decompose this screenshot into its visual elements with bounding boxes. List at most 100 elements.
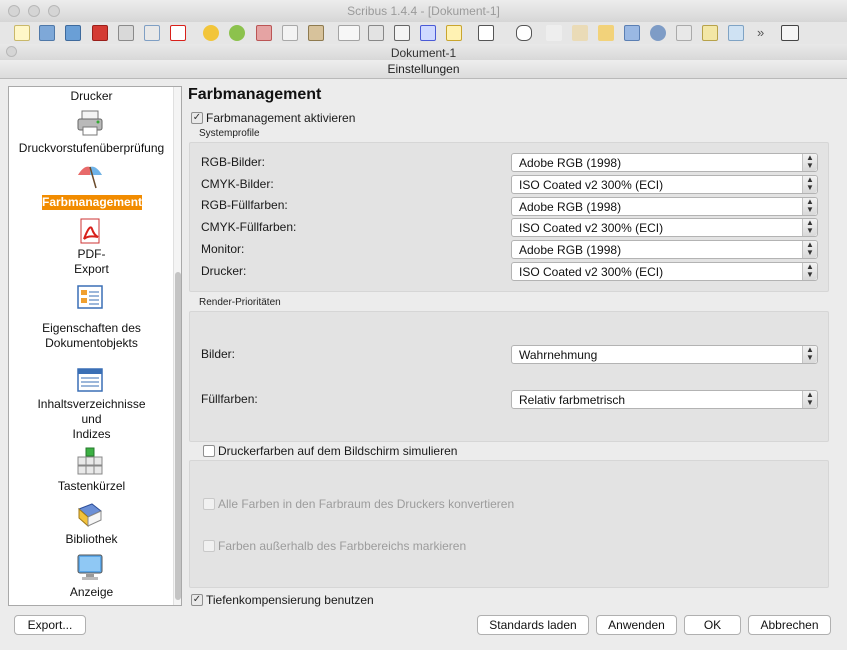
- edit-text-icon[interactable]: [676, 25, 692, 41]
- apply-button[interactable]: Anwenden: [596, 615, 677, 635]
- profile-label-rgb-images: RGB-Bilder:: [201, 155, 266, 169]
- sidebar-item-eigenschaften-label-2[interactable]: Dokumentobjekts: [9, 336, 174, 351]
- text-frame-icon[interactable]: [394, 25, 410, 41]
- sidebar-item-tastenkuerzel[interactable]: Tastenkürzel: [9, 479, 174, 494]
- black-point-compensation-checkbox[interactable]: ✓: [191, 594, 203, 606]
- printer-icon[interactable]: [76, 109, 104, 137]
- link-frames-icon[interactable]: [728, 25, 744, 41]
- profile-value-rgb-images: Adobe RGB (1998): [519, 156, 622, 170]
- document-title-bar: Dokument-1: [0, 44, 847, 61]
- print-icon[interactable]: [118, 25, 134, 41]
- rotate-icon[interactable]: [624, 25, 640, 41]
- convert-all-colors-checkbox[interactable]: [203, 498, 215, 510]
- story-editor-icon[interactable]: [702, 25, 718, 41]
- stepper-arrows-icon: ▲ ▼: [802, 154, 817, 171]
- paste-icon[interactable]: [308, 25, 324, 41]
- line-tool-icon[interactable]: [546, 25, 562, 41]
- save-icon[interactable]: [65, 25, 81, 41]
- freehand-icon[interactable]: [598, 25, 614, 41]
- sidebar-item-inhalt-label-2[interactable]: und: [9, 412, 174, 427]
- copy-icon[interactable]: [282, 25, 298, 41]
- render-frame-icon[interactable]: [420, 25, 436, 41]
- render-value-images: Wahrnehmung: [519, 348, 598, 362]
- render-priorities-title: Render-Prioritäten: [199, 297, 281, 308]
- render-label-images: Bilder:: [201, 347, 236, 361]
- pdf-icon[interactable]: [76, 217, 104, 245]
- toc-icon[interactable]: [76, 366, 104, 394]
- convert-all-colors-label[interactable]: Alle Farben in den Farbraum des Druckers…: [218, 497, 514, 511]
- simulate-printer-colors-checkbox[interactable]: [203, 445, 215, 457]
- render-select-fills[interactable]: Relativ farbmetrisch ▲ ▼: [511, 390, 818, 409]
- dialog-title-bar: Einstellungen: [0, 60, 847, 79]
- image-frame-icon[interactable]: [368, 25, 384, 41]
- simulate-printer-colors-label[interactable]: Druckerfarben auf dem Bildschirm simulie…: [218, 444, 457, 458]
- activate-color-management-checkbox[interactable]: ✓: [191, 112, 203, 124]
- book-icon[interactable]: [76, 501, 104, 529]
- sidebar-item-anzeige[interactable]: Anzeige: [9, 585, 174, 600]
- close-doc-icon[interactable]: [92, 25, 108, 41]
- app-title-bar: Scribus 1.4.4 - [Dokument-1]: [0, 0, 847, 23]
- undo-icon[interactable]: [203, 25, 219, 41]
- profile-value-monitor: Adobe RGB (1998): [519, 243, 622, 257]
- load-defaults-button[interactable]: Standards laden: [477, 615, 589, 635]
- ok-button[interactable]: OK: [684, 615, 741, 635]
- sidebar-item-drucker[interactable]: Drucker: [9, 89, 174, 104]
- export-button[interactable]: Export...: [14, 615, 86, 635]
- cancel-button[interactable]: Abbrechen: [748, 615, 831, 635]
- monitor-icon[interactable]: [76, 553, 104, 581]
- render-select-images[interactable]: Wahrnehmung ▲ ▼: [511, 345, 818, 364]
- sidebar-item-inhalt-label-3[interactable]: Indizes: [9, 427, 174, 442]
- new-document-icon[interactable]: [14, 25, 30, 41]
- sidebar-item-pdf-label-1[interactable]: PDF-: [9, 247, 174, 262]
- profile-select-rgb-images[interactable]: Adobe RGB (1998) ▲ ▼: [511, 153, 818, 172]
- profile-label-rgb-fills: RGB-Füllfarben:: [201, 198, 288, 212]
- app-title: Scribus 1.4.4 - [Dokument-1]: [347, 4, 500, 18]
- sidebar-item-pdf-label-2[interactable]: Export: [9, 262, 174, 277]
- shape-icon[interactable]: [478, 25, 494, 41]
- table-icon[interactable]: [446, 25, 462, 41]
- profile-label-printer: Drucker:: [201, 264, 247, 278]
- profile-select-cmyk-fills[interactable]: ISO Coated v2 300% (ECI) ▲ ▼: [511, 218, 818, 237]
- document-items-icon[interactable]: [76, 284, 104, 312]
- keyboard-icon[interactable]: [76, 447, 104, 475]
- sidebar-item-eigenschaften-label-1[interactable]: Eigenschaften des: [9, 321, 174, 336]
- bezier-icon[interactable]: [572, 25, 588, 41]
- mark-out-of-gamut-checkbox[interactable]: [203, 540, 215, 552]
- profile-select-monitor[interactable]: Adobe RGB (1998) ▲ ▼: [511, 240, 818, 259]
- profile-select-cmyk-images[interactable]: ISO Coated v2 300% (ECI) ▲ ▼: [511, 175, 818, 194]
- cut-icon[interactable]: [256, 25, 272, 41]
- sidebar-item-druckvorstufe[interactable]: Druckvorstufenüberprüfung: [9, 141, 174, 156]
- select-tool-icon[interactable]: [338, 25, 360, 41]
- open-folder-icon[interactable]: [39, 25, 55, 41]
- profile-label-cmyk-fills: CMYK-Füllfarben:: [201, 220, 297, 234]
- profile-value-rgb-fills: Adobe RGB (1998): [519, 200, 622, 214]
- dialog-title: Einstellungen: [387, 62, 460, 76]
- mark-out-of-gamut-label[interactable]: Farben außerhalb des Farbbereichs markie…: [218, 539, 466, 553]
- stepper-arrows-icon: ▲ ▼: [802, 241, 817, 258]
- stepper-arrows-icon: ▲ ▼: [802, 346, 817, 363]
- sidebar-item-inhalt-label-1[interactable]: Inhaltsverzeichnisse: [9, 397, 174, 412]
- sidebar-scroll-thumb[interactable]: [175, 272, 181, 600]
- profile-select-rgb-fills[interactable]: Adobe RGB (1998) ▲ ▼: [511, 197, 818, 216]
- render-label-fills: Füllfarben:: [201, 392, 258, 406]
- sidebar-item-bibliothek[interactable]: Bibliothek: [9, 532, 174, 547]
- polygon-icon[interactable]: [516, 25, 532, 41]
- stepper-arrows-icon: ▲ ▼: [802, 263, 817, 280]
- preflight-toolbar-icon[interactable]: [144, 25, 160, 41]
- toolbar-overflow-icon[interactable]: »: [757, 25, 764, 40]
- pdf-export-toolbar-icon[interactable]: [170, 25, 186, 41]
- color-umbrella-icon[interactable]: [76, 161, 104, 189]
- preferences-sidebar[interactable]: Drucker Druckvorstufenüberprüfung Farbma…: [8, 86, 182, 606]
- profile-select-printer[interactable]: ISO Coated v2 300% (ECI) ▲ ▼: [511, 262, 818, 281]
- ok-tool-icon[interactable]: [781, 25, 799, 41]
- system-profiles-title: Systemprofile: [199, 128, 260, 139]
- redo-icon[interactable]: [229, 25, 245, 41]
- profile-label-cmyk-images: CMYK-Bilder:: [201, 177, 274, 191]
- profile-value-cmyk-images: ISO Coated v2 300% (ECI): [519, 178, 664, 192]
- zoom-icon[interactable]: [650, 25, 666, 41]
- sidebar-item-farbmanagement[interactable]: Farbmanagement: [42, 195, 142, 210]
- activate-color-management-label[interactable]: Farbmanagement aktivieren: [206, 111, 355, 125]
- black-point-compensation-label[interactable]: Tiefenkompensierung benutzen: [206, 593, 374, 607]
- profile-label-monitor: Monitor:: [201, 242, 245, 256]
- render-priorities-group: [189, 311, 829, 442]
